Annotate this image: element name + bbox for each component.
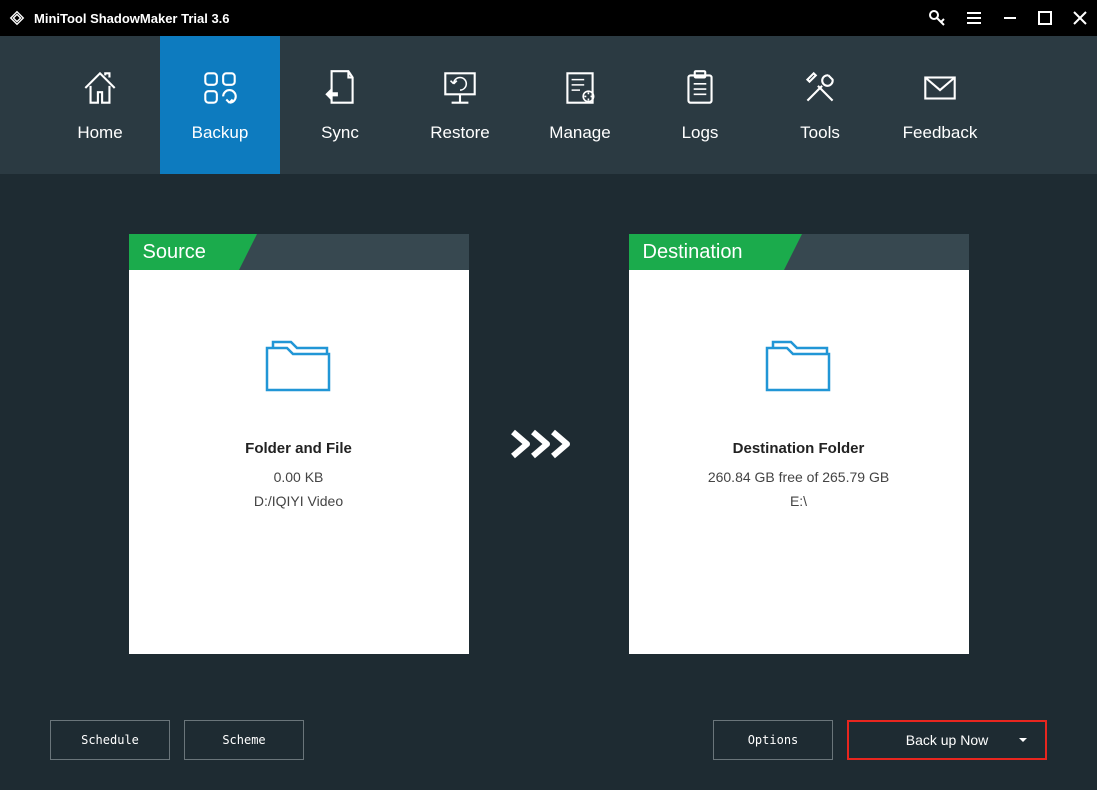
nav-sync[interactable]: Sync (280, 36, 400, 174)
maximize-icon[interactable] (1037, 10, 1053, 26)
nav-label: Tools (800, 123, 840, 143)
destination-header-text: Destination (629, 241, 743, 264)
nav-feedback[interactable]: Feedback (880, 36, 1000, 174)
nav-label: Sync (321, 123, 359, 143)
manage-icon (559, 67, 601, 109)
tools-icon (799, 67, 841, 109)
folder-icon (259, 330, 339, 400)
app-logo-icon (8, 9, 26, 27)
schedule-button[interactable]: Schedule (50, 720, 170, 760)
arrows-icon (509, 234, 589, 654)
nav-backup[interactable]: Backup (160, 36, 280, 174)
navbar: Home Backup Sync Restore Manage Logs Too… (0, 36, 1097, 174)
source-path: D:/IQIYI Video (254, 493, 343, 509)
destination-title: Destination Folder (733, 440, 865, 457)
restore-icon (439, 67, 481, 109)
titlebar: MiniTool ShadowMaker Trial 3.6 (0, 0, 1097, 36)
folder-icon (759, 330, 839, 400)
nav-restore[interactable]: Restore (400, 36, 520, 174)
nav-label: Manage (549, 123, 610, 143)
destination-card[interactable]: Destination Destination Folder 260.84 GB… (629, 234, 969, 654)
destination-path: E:\ (790, 493, 807, 509)
source-card[interactable]: Source Folder and File 0.00 KB D:/IQIYI … (129, 234, 469, 654)
minimize-icon[interactable] (1001, 9, 1019, 27)
nav-label: Logs (682, 123, 719, 143)
nav-label: Home (77, 123, 122, 143)
backup-icon (199, 67, 241, 109)
destination-header: Destination (629, 234, 969, 270)
nav-home[interactable]: Home (40, 36, 160, 174)
nav-manage[interactable]: Manage (520, 36, 640, 174)
source-title: Folder and File (245, 440, 352, 457)
close-icon[interactable] (1071, 9, 1089, 27)
app-title: MiniTool ShadowMaker Trial 3.6 (34, 11, 927, 26)
sync-icon (319, 67, 361, 109)
main-content: Source Folder and File 0.00 KB D:/IQIYI … (0, 174, 1097, 654)
nav-tools[interactable]: Tools (760, 36, 880, 174)
logs-icon (679, 67, 721, 109)
footer: Schedule Scheme Options Back up Now (50, 720, 1047, 760)
nav-label: Backup (192, 123, 249, 143)
source-header: Source (129, 234, 469, 270)
menu-icon[interactable] (965, 9, 983, 27)
source-size: 0.00 KB (274, 469, 324, 485)
options-button[interactable]: Options (713, 720, 833, 760)
key-icon[interactable] (927, 8, 947, 28)
destination-space: 260.84 GB free of 265.79 GB (708, 469, 889, 485)
source-header-text: Source (129, 241, 206, 264)
backup-now-button[interactable]: Back up Now (847, 720, 1047, 760)
home-icon (79, 67, 121, 109)
feedback-icon (919, 67, 961, 109)
nav-logs[interactable]: Logs (640, 36, 760, 174)
scheme-button[interactable]: Scheme (184, 720, 304, 760)
nav-label: Feedback (903, 123, 978, 143)
nav-label: Restore (430, 123, 490, 143)
